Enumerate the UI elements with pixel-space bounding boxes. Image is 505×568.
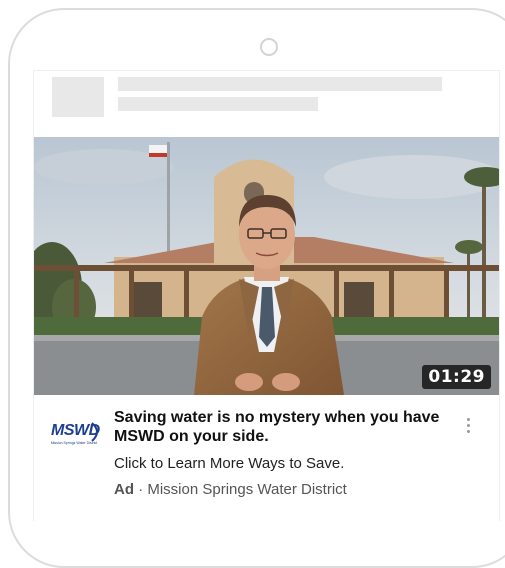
- logo-subtext: Mission Springs Water District: [50, 441, 98, 445]
- ad-description: Click to Learn More Ways to Save.: [114, 455, 345, 472]
- ad-badge: Ad: [114, 481, 134, 498]
- camera-icon: [260, 38, 278, 56]
- video-frame: [34, 137, 499, 395]
- ad-meta: Ad · Mission Springs Water District: [114, 481, 347, 498]
- video-duration-badge: 01:29: [422, 365, 491, 389]
- ad-meta-separator: ·: [134, 481, 148, 498]
- placeholder-line: [118, 77, 442, 91]
- water-drop-icon: [91, 422, 98, 442]
- phone-screen: 01:29 MSWD Mission Springs Water Distric…: [33, 70, 500, 521]
- advertiser-name: Mission Springs Water District: [147, 481, 347, 498]
- advertiser-logo[interactable]: MSWD Mission Springs Water District: [48, 419, 100, 449]
- placeholder-line: [118, 97, 318, 111]
- video-player[interactable]: 01:29: [34, 137, 499, 395]
- ad-info: MSWD Mission Springs Water District Savi…: [34, 401, 499, 511]
- placeholder-thumbnail: [52, 77, 104, 117]
- ad-title[interactable]: Saving water is no mystery when you have…: [114, 408, 454, 446]
- more-vert-icon[interactable]: [461, 415, 475, 441]
